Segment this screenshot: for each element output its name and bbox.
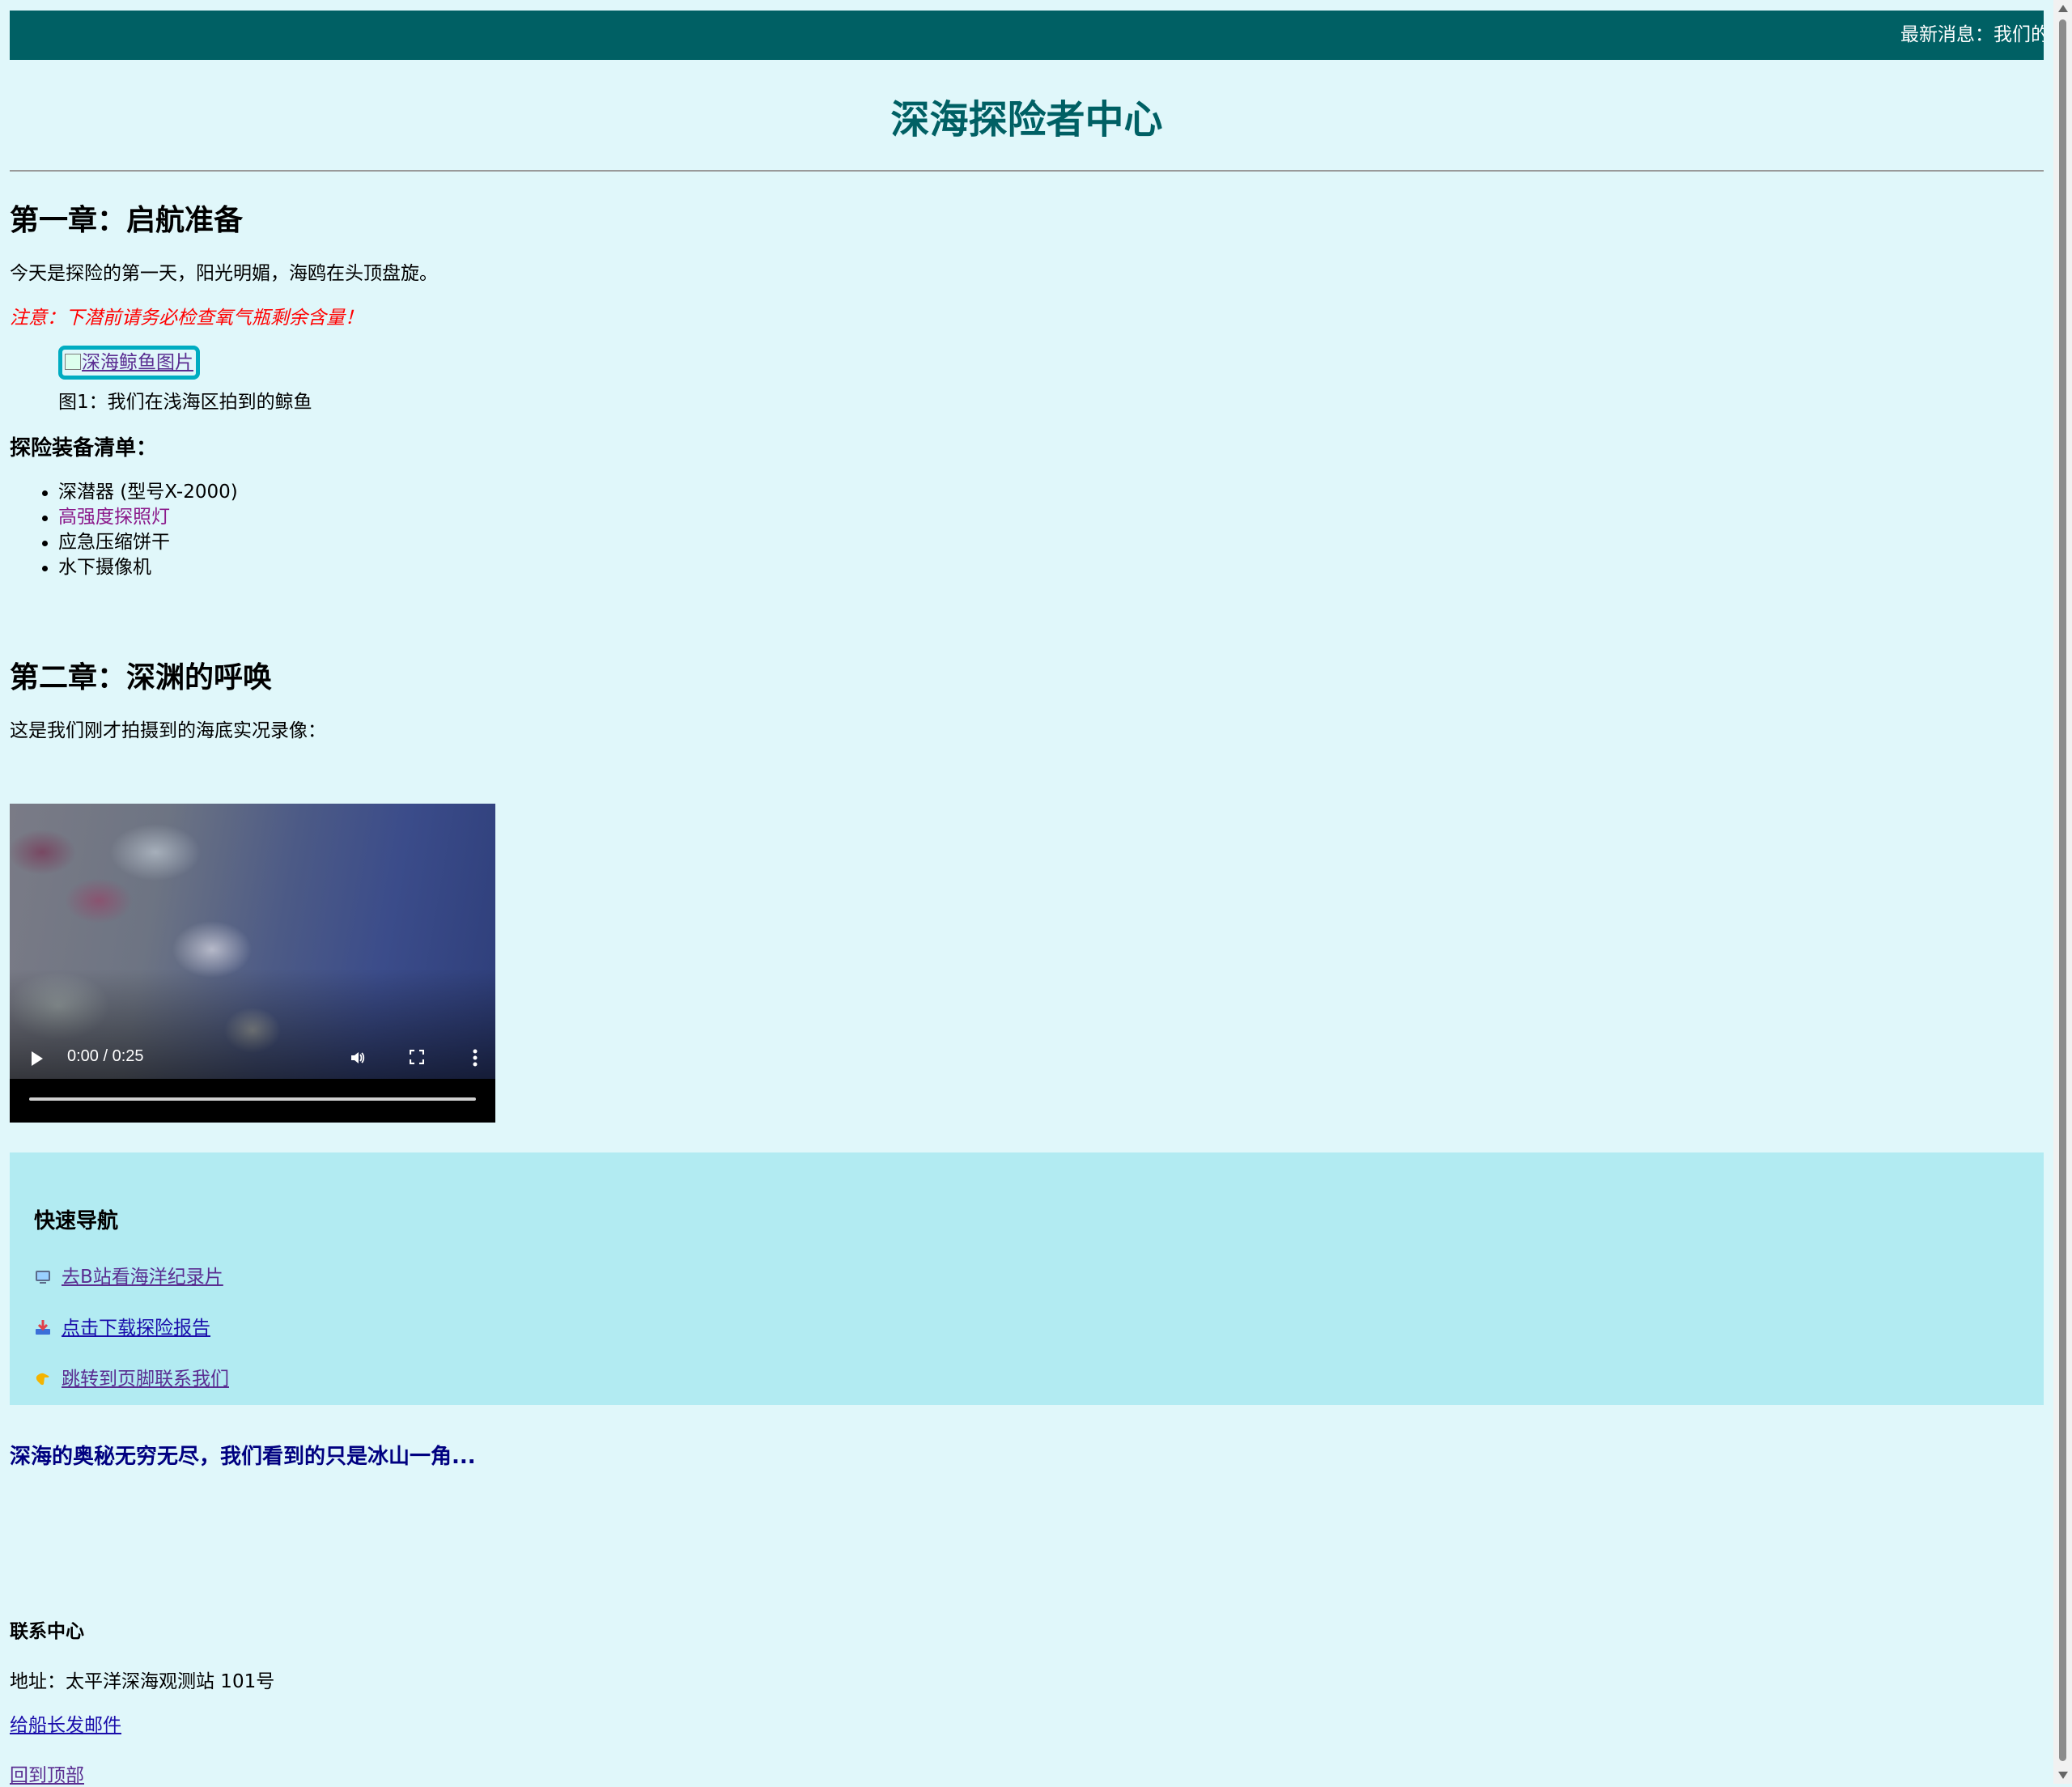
chapter2-title: 第二章：深渊的呼唤 xyxy=(10,661,273,694)
bilibili-link-label: 去B站看海洋纪录片 xyxy=(62,1267,223,1288)
scroll-up-arrow-icon[interactable] xyxy=(2058,5,2068,12)
vertical-scrollbar[interactable] xyxy=(2053,0,2072,1784)
site-title: 深海探险者中心 xyxy=(10,60,2044,172)
news-ticker: 最新消息：我们的 xyxy=(10,11,2044,60)
video-progress-bar[interactable] xyxy=(29,1097,476,1101)
page: 最新消息：我们的 深海探险者中心 第一章：启航准备 今天是探险的第一天，阳光明媚… xyxy=(10,11,2044,1786)
back-to-top-link[interactable]: 回到顶部 xyxy=(10,1759,84,1787)
warning-text: 注意：下潜前请务必检查氧气瓶剩余含量！ xyxy=(10,308,363,329)
equipment-list: 深潜器 (型号X-2000) 高强度探照灯 应急压缩饼干 水下摄像机 xyxy=(42,480,238,580)
broken-image-icon xyxy=(65,354,81,370)
fullscreen-icon[interactable] xyxy=(410,1050,424,1064)
bilibili-link[interactable]: 去B站看海洋纪录片 xyxy=(34,1261,223,1288)
video-time: 0:00 / 0:25 xyxy=(67,1047,144,1065)
list-item: 高强度探照灯 xyxy=(42,505,238,530)
download-icon xyxy=(36,1320,50,1335)
play-icon[interactable] xyxy=(32,1051,43,1066)
tv-icon xyxy=(36,1271,50,1284)
figure-caption: 图1：我们在浅海区拍到的鲸鱼 xyxy=(58,392,312,413)
scrollbar-thumb[interactable] xyxy=(2059,19,2066,1761)
list-item: 水下摄像机 xyxy=(42,555,238,580)
list-item: 深潜器 (型号X-2000) xyxy=(42,480,238,505)
chapter2-intro: 这是我们刚才拍摄到的海底实况录像： xyxy=(10,720,326,741)
quick-nav-title: 快速导航 xyxy=(34,1209,119,1233)
jump-footer-link[interactable]: 跳转到页脚联系我们 xyxy=(34,1363,229,1390)
download-report-label: 点击下载探险报告 xyxy=(62,1318,210,1339)
footer-address: 地址：太平洋深海观测站 101号 xyxy=(10,1671,275,1692)
pointing-hand-icon xyxy=(36,1373,49,1386)
whale-image-link[interactable]: 深海鲸鱼图片 xyxy=(58,346,200,380)
whale-image-alt: 深海鲸鱼图片 xyxy=(82,352,193,373)
quote-text: 深海的奥秘无穷无尽，我们看到的只是冰山一角... xyxy=(10,1445,476,1469)
ticker-text: 最新消息：我们的 xyxy=(1900,24,2044,45)
video-frame[interactable] xyxy=(10,804,495,1079)
chapter1-intro: 今天是探险的第一天，阳光明媚，海鸥在头顶盘旋。 xyxy=(10,263,438,284)
footer-title: 联系中心 xyxy=(10,1621,84,1642)
email-captain-link[interactable]: 给船长发邮件 xyxy=(10,1709,121,1737)
jump-footer-label: 跳转到页脚联系我们 xyxy=(62,1369,229,1390)
whale-figure: 深海鲸鱼图片 图1：我们在浅海区拍到的鲸鱼 xyxy=(58,346,312,414)
more-options-icon[interactable] xyxy=(473,1049,478,1067)
equipment-title: 探险装备清单： xyxy=(10,436,158,461)
download-report-link[interactable]: 点击下载探险报告 xyxy=(34,1312,210,1339)
scroll-down-arrow-icon[interactable] xyxy=(2058,1772,2068,1779)
video-player[interactable]: 0:00 / 0:25 xyxy=(10,804,495,1123)
chapter1-title: 第一章：启航准备 xyxy=(10,204,244,237)
volume-icon[interactable] xyxy=(350,1050,366,1066)
quick-nav: 快速导航 去B站看海洋纪录片 点击下载探险报告 跳转到页脚联系我们 xyxy=(10,1152,2044,1405)
list-item: 应急压缩饼干 xyxy=(42,530,238,555)
